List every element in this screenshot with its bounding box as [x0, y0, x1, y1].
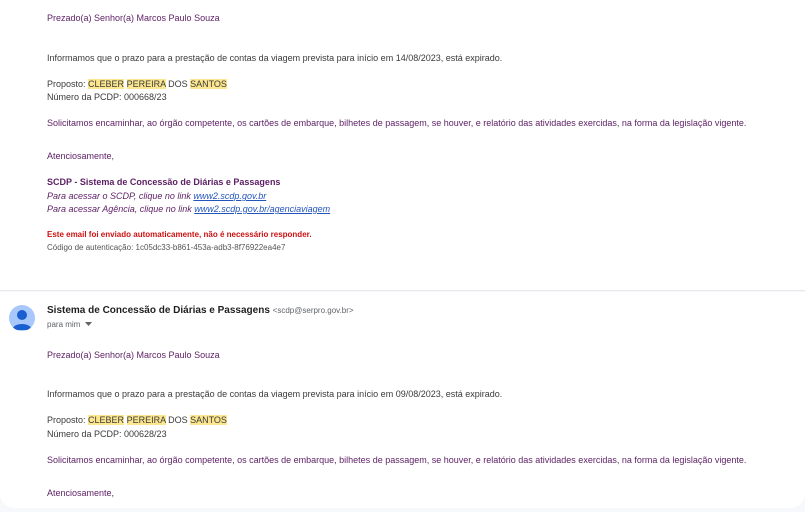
pcdp-number: Número da PCDP: 000628/23 — [47, 429, 167, 439]
request-text: Solicitamos encaminhar, ao órgão compete… — [47, 118, 747, 128]
closing-text: Atenciosamente, — [47, 151, 115, 161]
highlighted-name-word: PEREIRA — [126, 79, 166, 89]
auth-code: Código de autenticação: 1c05dc33-b861-45… — [47, 243, 286, 252]
sender-email: <scdp@serpro.gov.br> — [272, 306, 354, 315]
agencia-link-line: Para acessar Agência, clique no link www… — [47, 204, 330, 214]
request-text: Solicitamos encaminhar, ao órgão compete… — [47, 455, 747, 465]
proposto-line: Proposto: CLEBER PEREIRA DOS SANTOS — [47, 415, 227, 425]
closing-text: Atenciosamente, — [47, 488, 115, 498]
highlighted-name-word: SANTOS — [190, 79, 227, 89]
email-greeting: Prezado(a) Senhor(a) Marcos Paulo Souza — [47, 13, 220, 23]
person-avatar-icon[interactable] — [9, 305, 35, 331]
highlighted-name-word: SANTOS — [190, 415, 227, 425]
name-connector: DOS — [165, 79, 191, 89]
agencia-link[interactable]: www2.scdp.gov.br/agenciaviagem — [194, 204, 330, 214]
name-connector: DOS — [165, 415, 191, 425]
agencia-link-label: Para acessar Agência, clique no link — [47, 204, 195, 214]
highlighted-name-word: CLEBER — [88, 79, 125, 89]
proposto-label: Proposto: — [47, 79, 89, 89]
email-body-text: Informamos que o prazo para a prestação … — [47, 53, 503, 63]
scdp-link[interactable]: www2.scdp.gov.br — [193, 191, 266, 201]
email-greeting: Prezado(a) Senhor(a) Marcos Paulo Souza — [47, 350, 220, 360]
scdp-link-label: Para acessar o SCDP, clique no link — [47, 191, 194, 201]
proposto-line: Proposto: CLEBER PEREIRA DOS SANTOS — [47, 79, 227, 89]
auto-notice: Este email foi enviado automaticamente, … — [47, 230, 312, 239]
caret-down-icon[interactable] — [84, 322, 92, 327]
sender-header: Sistema de Concessão de Diárias e Passag… — [47, 305, 354, 316]
proposto-label: Proposto: — [47, 415, 89, 425]
highlighted-name-word: PEREIRA — [126, 415, 166, 425]
email-message-2 — [0, 292, 805, 508]
scdp-link-line: Para acessar o SCDP, clique no link www2… — [47, 191, 266, 201]
email-body-text: Informamos que o prazo para a prestação … — [47, 389, 503, 399]
signature-title: SCDP - Sistema de Concessão de Diárias e… — [47, 177, 281, 187]
pcdp-number: Número da PCDP: 000668/23 — [47, 92, 167, 102]
message-divider — [0, 290, 805, 291]
recipient-toggle[interactable]: para mim — [47, 320, 92, 329]
to-me-label: para mim — [47, 320, 81, 329]
email-message-1: Prezado(a) Senhor(a) Marcos Paulo Souza … — [0, 0, 805, 291]
sender-name[interactable]: Sistema de Concessão de Diárias e Passag… — [47, 305, 270, 316]
highlighted-name-word: CLEBER — [88, 415, 125, 425]
